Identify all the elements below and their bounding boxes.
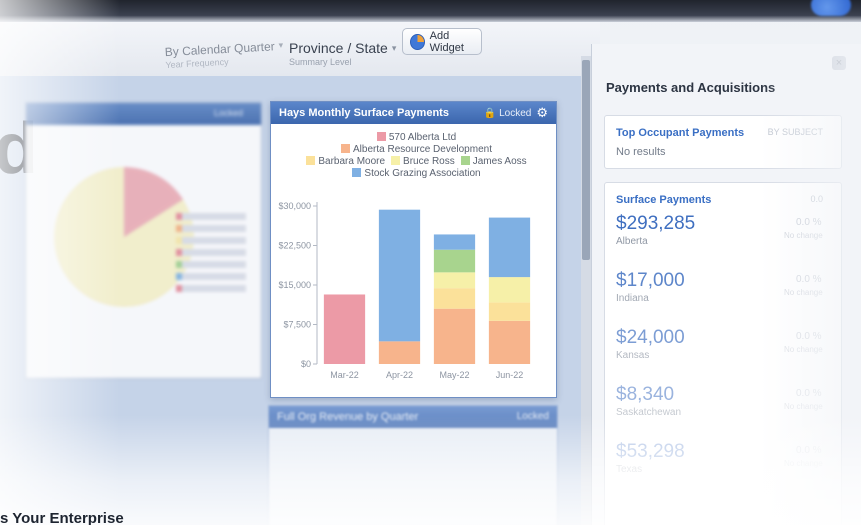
top-occupant-card: Top Occupant Payments No results BY SUBJ… (604, 115, 842, 169)
chevron-down-icon: ▾ (391, 43, 397, 53)
payment-region: Indiana (616, 293, 649, 304)
payment-change: No change (784, 345, 823, 354)
legend-swatch (352, 168, 362, 177)
payment-value: $53,298 (616, 441, 685, 462)
payment-percent: 0.0 % (796, 274, 822, 285)
revenue-widget-header[interactable]: Full Org Revenue by Quarter Locked (269, 406, 557, 428)
pie-chart-icon (410, 33, 425, 50)
dashboard-screenshot: By Calendar Quarter ▾ Year Frequency Prov… (0, 0, 861, 525)
x-tick-label: Mar-22 (330, 370, 359, 380)
widget-title: Hays Monthly Surface Payments (279, 107, 449, 119)
bar-segment[interactable] (433, 308, 476, 364)
surface-payment-item[interactable]: $293,285 Alberta 0.0 % No change (616, 213, 823, 247)
panel-title: Payments and Acquisitions (606, 80, 776, 95)
bar-segment[interactable] (323, 294, 366, 364)
payment-value: $8,340 (616, 384, 675, 405)
payment-change: No change (784, 402, 823, 411)
payment-value: $24,000 (616, 327, 685, 348)
bar-segment[interactable] (378, 341, 421, 364)
y-tick-label: $15,000 (278, 280, 311, 290)
chart-legend: 570 Alberta Ltd Alberta Resource Developm… (271, 132, 556, 180)
legend-swatch (460, 156, 470, 165)
revenue-widget-title: Full Org Revenue by Quarter (277, 411, 419, 423)
gear-icon[interactable]: ⚙ (536, 105, 548, 121)
browser-blue-button[interactable] (811, 0, 851, 16)
stacked-bar-chart: $30,000 $22,500 $15,000 $7,500 $0 Mar-22 Apr-2… (278, 201, 531, 380)
payment-change: No change (784, 231, 823, 240)
x-tick-label: Jun-22 (496, 370, 524, 380)
top-occupant-filter[interactable]: BY SUBJECT (768, 127, 823, 137)
legend-swatch (306, 156, 316, 165)
bar-segment[interactable] (488, 320, 531, 364)
left-widget-locked[interactable]: Locked (214, 108, 243, 118)
legend-label[interactable]: Alberta Resource Development (353, 144, 492, 155)
top-occupant-status: No results (616, 146, 666, 158)
hero-tagline-fragment: s Your Enterprise (0, 510, 124, 525)
y-tick-label: $7,500 (283, 320, 311, 330)
surface-payments-widget: Hays Monthly Surface Payments 🔒 Locked ⚙… (270, 101, 557, 398)
add-widget-label: Add Widget (429, 29, 464, 54)
revenue-widget: Full Org Revenue by Quarter Locked (268, 405, 558, 525)
payment-percent: 0.0 % (796, 388, 822, 399)
legend-label[interactable]: Bruce Ross (403, 156, 455, 167)
revenue-widget-locked[interactable]: Locked (517, 411, 549, 422)
y-tick-label: $22,500 (278, 241, 311, 251)
payment-region: Alberta (616, 236, 648, 247)
payment-change: No change (784, 288, 823, 297)
surface-payments-title[interactable]: Surface Payments (616, 194, 841, 206)
close-icon[interactable]: × (832, 56, 846, 70)
province-dropdown-sub: Summary Level (289, 57, 352, 67)
legend-label[interactable]: 570 Alberta Ltd (389, 132, 456, 143)
province-dropdown[interactable]: Province / State ▾ Summary Level (289, 40, 396, 67)
surface-payment-item[interactable]: $24,000 Kansas 0.0 % No change (616, 327, 823, 361)
payment-change: No change (784, 459, 823, 468)
bar-segment[interactable] (433, 288, 476, 309)
surface-payment-item[interactable]: $8,340 Saskatchewan 0.0 % No change (616, 384, 823, 418)
payment-percent: 0.0 % (796, 217, 822, 228)
pie-chart (54, 167, 194, 307)
legend-swatch (376, 132, 386, 141)
x-tick-label: Apr-22 (386, 370, 413, 380)
payment-region: Texas (616, 464, 643, 475)
y-tick-label: $30,000 (278, 201, 311, 211)
x-tick-label: May-22 (439, 370, 469, 380)
bar-segment[interactable] (433, 234, 476, 250)
province-dropdown-label: Province / State (289, 40, 388, 56)
bar-segment[interactable] (488, 217, 531, 278)
browser-chrome (0, 0, 861, 22)
payment-region: Kansas (616, 350, 650, 361)
scrollbar-thumb[interactable] (582, 60, 590, 260)
legend-label[interactable]: James Aoss (473, 156, 527, 167)
legend-swatch (391, 156, 401, 165)
payment-percent: 0.0 % (796, 331, 822, 342)
add-widget-button[interactable]: Add Widget (402, 28, 482, 55)
bar-segment[interactable] (488, 302, 531, 321)
bar-segment[interactable] (488, 277, 531, 303)
legend-swatch (341, 144, 351, 153)
payment-percent: 0.0 % (796, 445, 822, 456)
legend-label[interactable]: Barbara Moore (318, 156, 385, 167)
payments-panel: Payments and Acquisitions × Top Occupant… (591, 44, 861, 525)
widget-header[interactable]: Hays Monthly Surface Payments 🔒 Locked ⚙ (271, 102, 556, 124)
left-pie-widget: Locked (25, 102, 262, 379)
pie-legend (176, 213, 246, 297)
bar-segment[interactable] (378, 209, 421, 342)
surface-payments-ghost: 0.0 (810, 194, 823, 204)
bar-segment[interactable] (433, 272, 476, 289)
legend-label[interactable]: Stock Grazing Association (364, 168, 480, 179)
chevron-down-icon: ▾ (278, 39, 284, 51)
locked-label[interactable]: 🔒 Locked (484, 108, 531, 119)
y-tick-label: $0 (301, 359, 311, 369)
canvas-scrollbar[interactable] (581, 56, 591, 525)
payment-value: $293,285 (616, 213, 696, 234)
payment-region: Saskatchewan (616, 407, 682, 418)
surface-payment-item[interactable]: $53,298 Texas 0.0 % No change (616, 441, 823, 475)
surface-payments-card: Surface Payments 0.0 $293,285 Alberta 0.0 … (604, 182, 842, 525)
bar-segment[interactable] (433, 249, 476, 273)
payment-value: $17,000 (616, 270, 685, 291)
surface-payment-item[interactable]: $17,000 Indiana 0.0 % No change (616, 270, 823, 304)
